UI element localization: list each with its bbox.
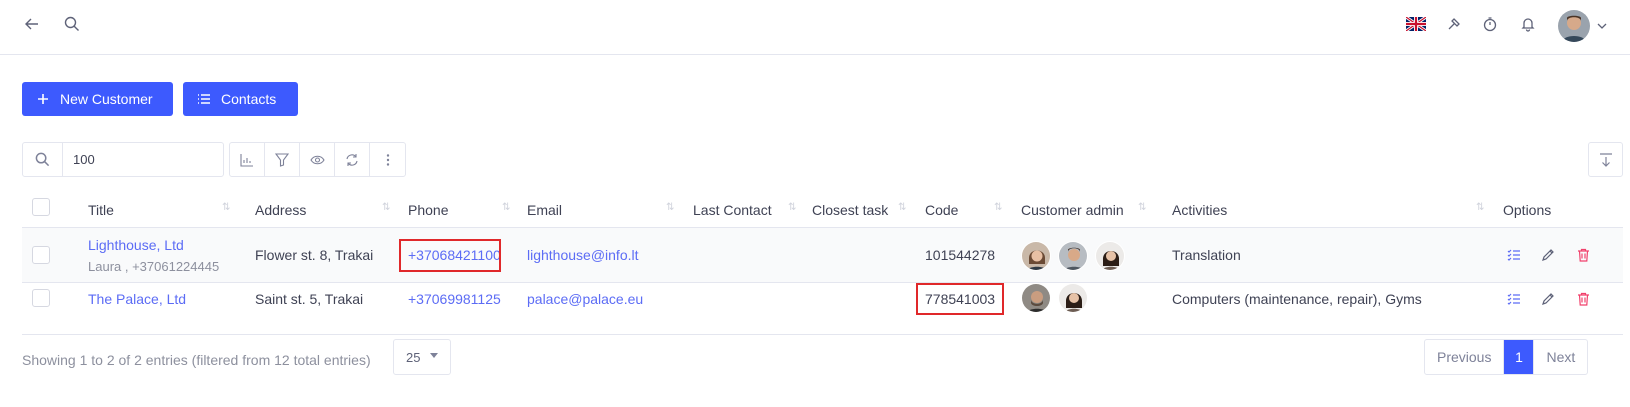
table-toolbar (229, 142, 406, 177)
table-row: The Palace, Ltd Saint st. 5, Trakai +370… (22, 283, 1623, 335)
sort-icon: ⇅ (788, 202, 797, 213)
sort-icon: ⇅ (1138, 202, 1147, 213)
customer-address: Saint st. 5, Trakai (255, 291, 364, 307)
pagination: Previous 1 Next (1424, 339, 1589, 375)
edit-icon[interactable] (1540, 247, 1556, 263)
list-icon (197, 92, 211, 106)
column-header-phone[interactable]: Phone (408, 202, 448, 218)
bell-icon[interactable] (1516, 12, 1540, 36)
column-header-address[interactable]: Address (255, 202, 306, 218)
download-icon (1599, 152, 1612, 167)
sort-icon: ⇅ (222, 202, 231, 213)
eye-icon[interactable] (300, 143, 335, 176)
admin-avatar[interactable] (1021, 283, 1051, 313)
export-button[interactable] (1588, 142, 1623, 177)
plus-icon (36, 92, 50, 106)
column-header-title[interactable]: Title (88, 202, 114, 218)
more-vertical-icon[interactable] (370, 143, 405, 176)
customer-email-link[interactable]: lighthouse@info.lt (527, 247, 639, 263)
sort-icon: ⇅ (666, 202, 675, 213)
caret-down-icon (430, 353, 438, 358)
user-avatar[interactable] (1558, 10, 1590, 42)
new-customer-button[interactable]: New Customer (22, 82, 173, 116)
admin-avatar[interactable] (1021, 241, 1051, 271)
uk-flag-icon[interactable] (1404, 12, 1428, 36)
column-header-closest-task[interactable]: Closest task (812, 202, 888, 218)
table-row: Lighthouse, Ltd Laura , +37061224445 Flo… (22, 228, 1623, 283)
customer-code: 101544278 (925, 247, 996, 263)
admin-avatar[interactable] (1095, 241, 1125, 271)
column-header-email[interactable]: Email (527, 202, 562, 218)
top-bar (0, 0, 1630, 55)
page-button-current[interactable]: 1 (1504, 340, 1535, 374)
customer-contact: Laura , +37061224445 (88, 259, 220, 274)
customer-activities: Translation (1172, 247, 1241, 263)
customer-title-link[interactable]: Lighthouse, Ltd (88, 237, 184, 253)
search-icon (23, 143, 63, 176)
highlight-box (916, 283, 1004, 315)
hammer-icon[interactable] (1442, 12, 1466, 36)
chevron-down-icon[interactable] (1596, 19, 1610, 33)
column-header-code[interactable]: Code (925, 202, 958, 218)
sort-icon: ⇅ (502, 202, 511, 213)
refresh-icon[interactable] (335, 143, 370, 176)
customer-email-link[interactable]: palace@palace.eu (527, 291, 643, 307)
entries-info: Showing 1 to 2 of 2 entries (filtered fr… (22, 352, 371, 368)
sort-icon: ⇅ (1476, 202, 1485, 213)
customer-activities: Computers (maintenance, repair), Gyms (1172, 291, 1422, 307)
highlight-box (399, 239, 501, 272)
column-header-options: Options (1503, 202, 1552, 218)
customer-phone-link[interactable]: +37069981125 (408, 291, 501, 307)
next-page-button[interactable]: Next (1534, 340, 1587, 374)
column-header-activities[interactable]: Activities (1172, 202, 1227, 218)
row-checkbox[interactable] (32, 246, 50, 264)
column-header-customer-admin[interactable]: Customer admin (1021, 202, 1124, 218)
admin-avatar[interactable] (1058, 283, 1088, 313)
select-all-checkbox[interactable] (32, 198, 50, 216)
delete-icon[interactable] (1575, 291, 1591, 307)
customer-address: Flower st. 8, Trakai (255, 247, 374, 263)
search-input[interactable] (63, 143, 223, 176)
search-group (22, 142, 224, 177)
table-header: Title ⇅ Address ⇅ Phone ⇅ Email ⇅ Last C… (22, 193, 1623, 228)
delete-icon[interactable] (1575, 247, 1591, 263)
previous-page-button[interactable]: Previous (1425, 340, 1505, 374)
page-size-select[interactable]: 25 (393, 339, 451, 375)
sort-icon: ⇅ (994, 202, 1003, 213)
contacts-label: Contacts (221, 91, 277, 107)
tasks-icon[interactable] (1506, 291, 1522, 307)
new-customer-label: New Customer (60, 91, 153, 107)
column-header-last-contact[interactable]: Last Contact (693, 202, 772, 218)
contacts-button[interactable]: Contacts (183, 82, 298, 116)
back-arrow-icon[interactable] (20, 12, 44, 36)
row-checkbox[interactable] (32, 289, 50, 307)
admin-avatar[interactable] (1058, 241, 1088, 271)
search-icon[interactable] (60, 12, 84, 36)
edit-icon[interactable] (1540, 291, 1556, 307)
tasks-icon[interactable] (1506, 247, 1522, 263)
page-size-value: 25 (406, 349, 421, 365)
sort-icon: ⇅ (898, 202, 907, 213)
sort-icon: ⇅ (382, 202, 391, 213)
timer-icon[interactable] (1478, 12, 1502, 36)
chart-icon[interactable] (230, 143, 265, 176)
filter-icon[interactable] (265, 143, 300, 176)
customer-title-link[interactable]: The Palace, Ltd (88, 291, 186, 307)
